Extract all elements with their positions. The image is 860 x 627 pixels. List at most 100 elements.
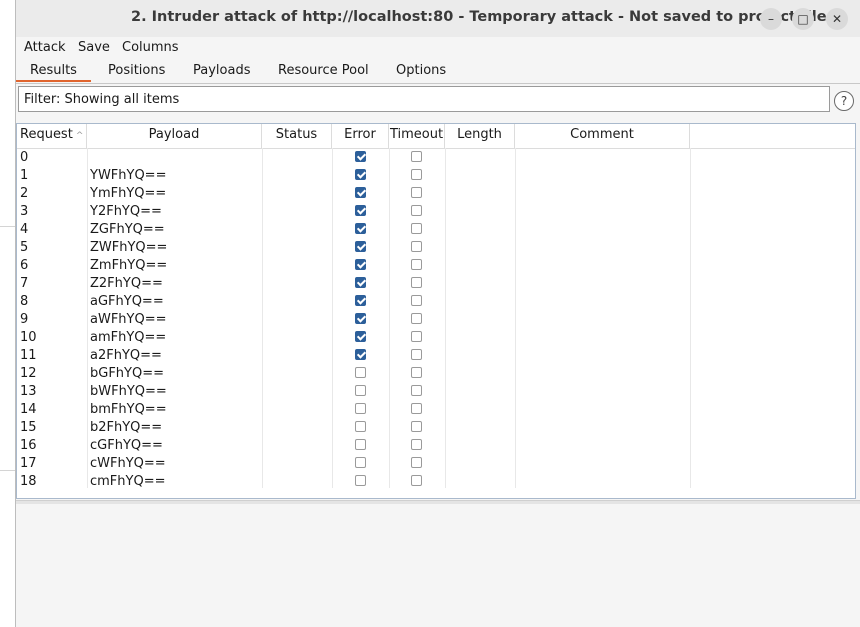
minimize-icon[interactable]: – — [760, 8, 782, 30]
table-header: Request ^ Payload Status Error Timeout Le… — [17, 124, 855, 149]
cell-payload: bGFhYQ== — [90, 366, 165, 381]
table-row[interactable]: 13 bWFhYQ== — [17, 383, 855, 401]
cell-request: 10 — [20, 330, 37, 345]
close-icon[interactable]: ✕ — [826, 8, 848, 30]
cell-payload: amFhYQ== — [90, 330, 167, 345]
cell-payload: aWFhYQ== — [90, 312, 167, 327]
error-checkbox — [355, 187, 366, 198]
cell-payload: b2FhYQ== — [90, 420, 163, 435]
error-checkbox — [355, 277, 366, 288]
table-row[interactable]: 6 ZmFhYQ== — [17, 257, 855, 275]
cell-request: 9 — [20, 312, 29, 327]
cell-request: 5 — [20, 240, 29, 255]
timeout-checkbox — [411, 223, 422, 234]
timeout-checkbox — [411, 169, 422, 180]
cell-request: 8 — [20, 294, 29, 309]
table-row[interactable]: 15 b2FhYQ== — [17, 419, 855, 437]
timeout-checkbox — [411, 367, 422, 378]
error-checkbox — [355, 385, 366, 396]
error-checkbox — [355, 313, 366, 324]
tab-resource-pool[interactable]: Resource Pool — [278, 63, 369, 78]
cell-request: 12 — [20, 366, 37, 381]
background-divider — [0, 470, 15, 471]
filter-text: Filter: Showing all items — [24, 92, 180, 107]
column-header-error[interactable]: Error — [332, 124, 389, 148]
maximize-icon[interactable]: □ — [792, 8, 814, 30]
timeout-checkbox — [411, 295, 422, 306]
error-checkbox — [355, 457, 366, 468]
error-checkbox — [355, 259, 366, 270]
split-pane-divider[interactable] — [16, 500, 860, 504]
table-row[interactable]: 10 amFhYQ== — [17, 329, 855, 347]
timeout-checkbox — [411, 331, 422, 342]
timeout-checkbox — [411, 439, 422, 450]
table-row[interactable]: 17 cWFhYQ== — [17, 455, 855, 473]
table-row[interactable]: 1 YWFhYQ== — [17, 167, 855, 185]
tab-results[interactable]: Results — [30, 63, 77, 78]
table-row[interactable]: 3 Y2FhYQ== — [17, 203, 855, 221]
table-row[interactable]: 4 ZGFhYQ== — [17, 221, 855, 239]
error-checkbox — [355, 475, 366, 486]
cell-request: 17 — [20, 456, 37, 471]
column-header-request[interactable]: Request ^ — [17, 124, 87, 148]
menu-attack[interactable]: Attack — [24, 40, 66, 55]
help-icon[interactable]: ? — [834, 91, 854, 111]
cell-payload: Y2FhYQ== — [90, 204, 162, 219]
cell-payload: Z2FhYQ== — [90, 276, 163, 291]
sort-ascending-icon: ^ — [75, 131, 84, 141]
tab-options[interactable]: Options — [396, 63, 446, 78]
column-header-timeout[interactable]: Timeout — [389, 124, 445, 148]
cell-payload: aGFhYQ== — [90, 294, 164, 309]
table-row[interactable]: 8 aGFhYQ== — [17, 293, 855, 311]
table-row[interactable]: 9 aWFhYQ== — [17, 311, 855, 329]
cell-request: 7 — [20, 276, 29, 291]
timeout-checkbox — [411, 151, 422, 162]
tab-positions[interactable]: Positions — [108, 63, 165, 78]
menu-save[interactable]: Save — [78, 40, 110, 55]
error-checkbox — [355, 367, 366, 378]
cell-payload: cGFhYQ== — [90, 438, 163, 453]
table-row[interactable]: 5 ZWFhYQ== — [17, 239, 855, 257]
column-header-comment[interactable]: Comment — [515, 124, 690, 148]
timeout-checkbox — [411, 313, 422, 324]
timeout-checkbox — [411, 241, 422, 252]
table-row[interactable]: 11 a2FhYQ== — [17, 347, 855, 365]
cell-request: 18 — [20, 474, 37, 489]
timeout-checkbox — [411, 385, 422, 396]
table-row[interactable]: 7 Z2FhYQ== — [17, 275, 855, 293]
cell-payload: bmFhYQ== — [90, 402, 167, 417]
tab-payloads[interactable]: Payloads — [193, 63, 250, 78]
column-header-status[interactable]: Status — [262, 124, 332, 148]
table-row[interactable]: 2 YmFhYQ== — [17, 185, 855, 203]
cell-request: 3 — [20, 204, 29, 219]
error-checkbox — [355, 241, 366, 252]
timeout-checkbox — [411, 475, 422, 486]
error-checkbox — [355, 223, 366, 234]
intruder-attack-window: 2. Intruder attack of http://localhost:8… — [15, 0, 860, 627]
cell-request: 15 — [20, 420, 37, 435]
error-checkbox — [355, 331, 366, 342]
cell-payload: bWFhYQ== — [90, 384, 167, 399]
background-app — [0, 0, 15, 627]
cell-payload: YmFhYQ== — [90, 186, 167, 201]
table-row[interactable]: 0 — [17, 149, 855, 167]
title-bar[interactable]: 2. Intruder attack of http://localhost:8… — [16, 0, 860, 38]
timeout-checkbox — [411, 421, 422, 432]
column-header-length[interactable]: Length — [445, 124, 515, 148]
timeout-checkbox — [411, 205, 422, 216]
filter-bar[interactable]: Filter: Showing all items — [18, 86, 830, 112]
table-row[interactable]: 14 bmFhYQ== — [17, 401, 855, 419]
table-row[interactable]: 16 cGFhYQ== — [17, 437, 855, 455]
cell-request: 1 — [20, 168, 29, 183]
column-header-payload[interactable]: Payload — [87, 124, 262, 148]
error-checkbox — [355, 205, 366, 216]
table-row[interactable]: 18 cmFhYQ== — [17, 473, 855, 491]
tab-strip: Results Positions Payloads Resource Pool… — [16, 59, 860, 84]
cell-request: 14 — [20, 402, 37, 417]
cell-request: 0 — [20, 150, 29, 165]
timeout-checkbox — [411, 187, 422, 198]
error-checkbox — [355, 151, 366, 162]
table-row[interactable]: 12 bGFhYQ== — [17, 365, 855, 383]
menu-columns[interactable]: Columns — [122, 40, 179, 55]
error-checkbox — [355, 439, 366, 450]
